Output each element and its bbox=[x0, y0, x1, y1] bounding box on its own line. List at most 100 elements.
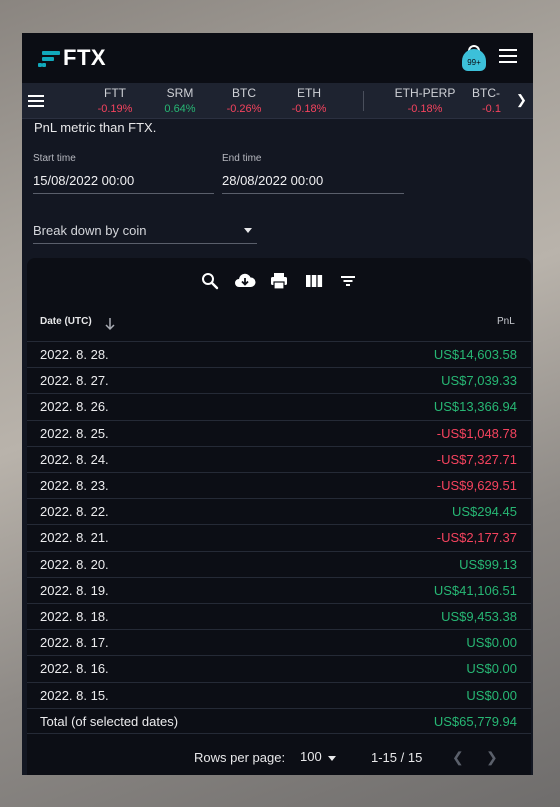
row-pnl: US$294.45 bbox=[451, 504, 517, 520]
pagination-range: 1-15 / 15 bbox=[371, 750, 423, 765]
table-row[interactable]: 2022. 8. 16. US$0.00 bbox=[27, 655, 531, 681]
table-row[interactable]: 2022. 8. 27. US$7,039.33 bbox=[27, 367, 531, 393]
row-date: 2022. 8. 19. bbox=[40, 582, 109, 598]
rows-per-page-caret-icon[interactable] bbox=[328, 756, 336, 761]
filter-icon[interactable] bbox=[338, 271, 358, 291]
row-pnl: US$7,039.33 bbox=[441, 373, 517, 389]
row-pnl: US$14,603.58 bbox=[433, 347, 517, 362]
ftx-logo-mark bbox=[38, 49, 60, 67]
ticker-symbol: ETH bbox=[297, 86, 321, 100]
column-header-pnl[interactable]: PnL bbox=[497, 316, 515, 327]
ticker-item-btc-partial[interactable]: BTC- -0.1 bbox=[472, 86, 512, 115]
row-pnl: US$0.00 bbox=[466, 661, 517, 677]
rows-per-page-label: Rows per page: bbox=[194, 750, 286, 765]
end-time-label: End time bbox=[222, 153, 262, 164]
ticker-item-btc[interactable]: BTC -0.26% bbox=[221, 86, 267, 115]
chevron-right-icon[interactable]: ❯ bbox=[516, 92, 527, 108]
total-label: Total (of selected dates) bbox=[40, 714, 179, 729]
ticker-divider bbox=[363, 91, 364, 111]
breakdown-select[interactable]: Break down by coin bbox=[33, 223, 257, 243]
previous-page-icon[interactable]: ❮ bbox=[452, 749, 464, 766]
table-row[interactable]: 2022. 8. 26. US$13,366.94 bbox=[27, 393, 531, 419]
ticker-change: 0.64% bbox=[164, 103, 196, 115]
ticker-item-eth-perp[interactable]: ETH-PERP -0.18% bbox=[390, 86, 460, 115]
table-row[interactable]: 2022. 8. 24. -US$7,327.71 bbox=[27, 445, 531, 472]
logo-text: FTX bbox=[63, 45, 107, 70]
ticker-symbol: SRM bbox=[166, 86, 194, 100]
total-value: US$65,779.94 bbox=[433, 714, 517, 729]
download-icon[interactable] bbox=[234, 271, 256, 291]
table-row[interactable]: 2022. 8. 20. US$99.13 bbox=[27, 550, 531, 577]
ticker-symbol: BTC- bbox=[472, 86, 500, 100]
ticker-symbol: BTC bbox=[232, 86, 256, 100]
print-icon[interactable] bbox=[269, 271, 289, 291]
search-icon[interactable] bbox=[200, 271, 220, 291]
table-row[interactable]: 2022. 8. 17. US$0.00 bbox=[27, 629, 531, 655]
row-date: 2022. 8. 15. bbox=[40, 687, 109, 703]
intro-text: PnL metric than FTX. bbox=[34, 120, 157, 135]
sort-arrow-down-icon[interactable] bbox=[104, 317, 116, 331]
next-page-icon[interactable]: ❯ bbox=[486, 749, 498, 766]
breakdown-underline bbox=[33, 243, 257, 244]
row-date: 2022. 8. 25. bbox=[40, 425, 109, 441]
row-pnl: -US$1,048.78 bbox=[436, 425, 517, 441]
dropdown-caret-icon bbox=[244, 228, 252, 233]
row-date: 2022. 8. 26. bbox=[40, 399, 109, 415]
main-menu-icon[interactable] bbox=[499, 49, 517, 63]
table-row[interactable]: 2022. 8. 19. US$41,106.51 bbox=[27, 576, 531, 603]
row-pnl: US$41,106.51 bbox=[433, 582, 517, 598]
table-row[interactable]: 2022. 8. 18. US$9,453.38 bbox=[27, 603, 531, 629]
ticker-menu-icon[interactable] bbox=[28, 95, 44, 107]
end-time-underline bbox=[222, 193, 404, 194]
row-pnl: US$0.00 bbox=[466, 687, 517, 703]
table-row[interactable]: 2022. 8. 22. US$294.45 bbox=[27, 498, 531, 524]
ticker-change: -0.19% bbox=[97, 103, 133, 115]
row-date: 2022. 8. 28. bbox=[40, 347, 109, 362]
row-pnl: -US$2,177.37 bbox=[436, 530, 517, 546]
ticker-change: -0.26% bbox=[226, 103, 262, 115]
ftx-logo[interactable]: FTX bbox=[38, 45, 106, 71]
price-ticker: FTT -0.19% SRM 0.64% BTC -0.26% ETH -0.1… bbox=[22, 83, 533, 119]
start-time-label: Start time bbox=[33, 153, 76, 164]
table-row[interactable]: 2022. 8. 28. US$14,603.58 bbox=[27, 341, 531, 367]
ticker-change: -0.18% bbox=[291, 103, 327, 115]
start-time-underline bbox=[33, 193, 214, 194]
row-pnl: US$9,453.38 bbox=[441, 609, 517, 624]
ticker-item-srm[interactable]: SRM 0.64% bbox=[157, 86, 203, 115]
notification-bell-icon[interactable]: 99+ bbox=[459, 43, 489, 73]
notification-badge: 99+ bbox=[467, 58, 481, 67]
table-row[interactable]: 2022. 8. 21. -US$2,177.37 bbox=[27, 524, 531, 550]
column-header-date-label: Date (UTC) bbox=[40, 316, 92, 327]
column-header-date[interactable]: Date (UTC) bbox=[40, 316, 92, 327]
top-bar: FTX 99+ bbox=[22, 33, 533, 83]
row-pnl: -US$9,629.51 bbox=[436, 478, 517, 493]
table-row[interactable]: 2022. 8. 25. -US$1,048.78 bbox=[27, 419, 531, 446]
row-pnl: US$13,366.94 bbox=[433, 399, 517, 415]
ticker-change: -0.1 bbox=[482, 103, 501, 115]
ticker-change: -0.18% bbox=[407, 103, 443, 115]
row-pnl: US$0.00 bbox=[466, 635, 517, 651]
start-time-input[interactable]: 15/08/2022 00:00 bbox=[33, 173, 214, 193]
table-row[interactable]: 2022. 8. 23. -US$9,629.51 bbox=[27, 472, 531, 498]
columns-icon[interactable] bbox=[304, 271, 324, 291]
end-time-input[interactable]: 28/08/2022 00:00 bbox=[222, 173, 404, 193]
table-row[interactable]: 2022. 8. 15. US$0.00 bbox=[27, 681, 531, 708]
row-date: 2022. 8. 24. bbox=[40, 451, 109, 467]
rows-per-page-select[interactable]: 100 bbox=[300, 749, 322, 764]
row-pnl: -US$7,327.71 bbox=[436, 451, 517, 467]
row-date: 2022. 8. 27. bbox=[40, 373, 109, 389]
row-date: 2022. 8. 18. bbox=[40, 609, 109, 624]
ticker-symbol: FTT bbox=[104, 86, 126, 100]
row-date: 2022. 8. 21. bbox=[40, 530, 109, 546]
total-row: Total (of selected dates) US$65,779.94 bbox=[27, 708, 531, 734]
row-date: 2022. 8. 16. bbox=[40, 661, 109, 677]
row-date: 2022. 8. 20. bbox=[40, 556, 109, 572]
ticker-item-ftt[interactable]: FTT -0.19% bbox=[92, 86, 138, 115]
ticker-symbol: ETH-PERP bbox=[394, 86, 456, 100]
row-date: 2022. 8. 23. bbox=[40, 478, 109, 493]
row-date: 2022. 8. 22. bbox=[40, 504, 109, 520]
ticker-item-eth[interactable]: ETH -0.18% bbox=[286, 86, 332, 115]
app-window: FTX 99+ FTT -0.19% SRM 0.64% BTC -0.26% … bbox=[22, 33, 533, 775]
row-date: 2022. 8. 17. bbox=[40, 635, 109, 651]
row-pnl: US$99.13 bbox=[459, 556, 517, 572]
